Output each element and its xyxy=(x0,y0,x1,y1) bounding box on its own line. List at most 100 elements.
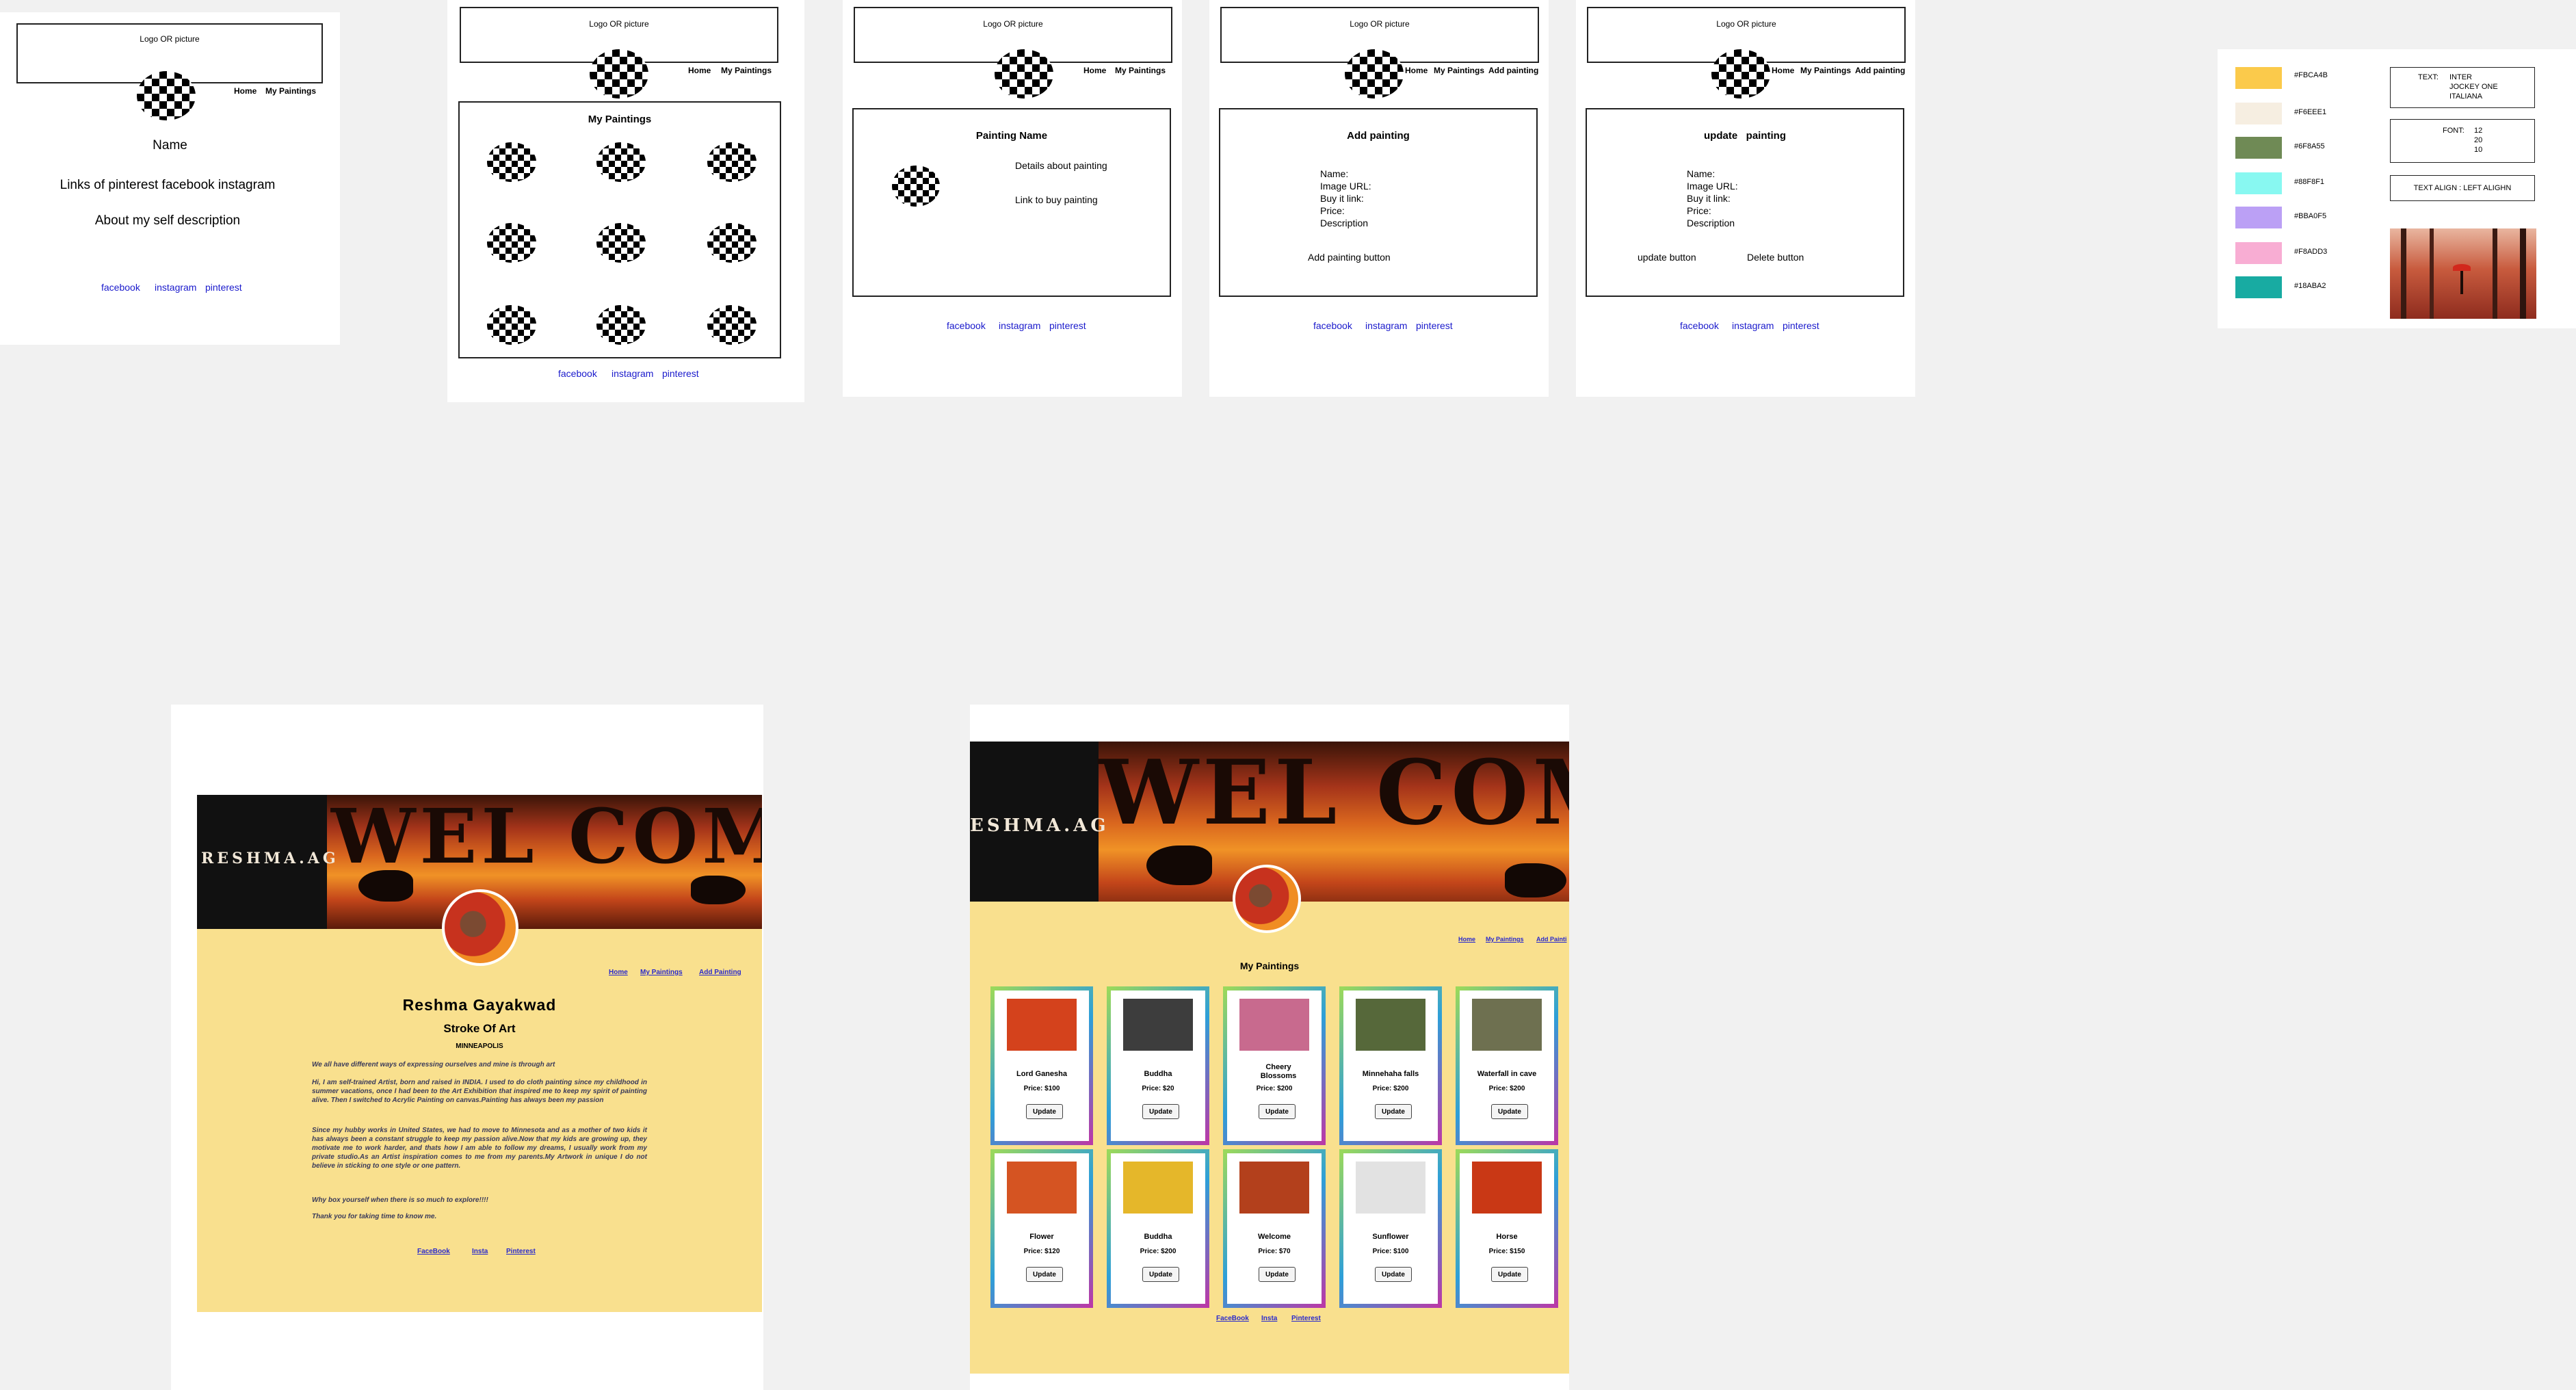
about-paragraph: Hi, I am self-trained Artist, born and r… xyxy=(312,1079,647,1104)
logo-label: Logo OR picture xyxy=(140,34,200,44)
footer-pinterest[interactable]: Pinterest xyxy=(506,1248,536,1255)
field-buy-link[interactable]: Buy it link: xyxy=(1687,193,1731,204)
nav-home[interactable]: Home xyxy=(688,66,711,75)
painting-price: Price: $200 xyxy=(1372,1085,1409,1092)
painting-card[interactable]: Sunflower Price: $100 Update xyxy=(1339,1149,1442,1308)
about-paragraph: Since my hubby works in United States, w… xyxy=(312,1127,647,1170)
footer-pinterest[interactable]: pinterest xyxy=(205,282,242,293)
painting-card[interactable]: Buddha Price: $20 Update xyxy=(1107,986,1209,1145)
footer-instagram[interactable]: instagram xyxy=(1365,320,1407,331)
painting-details: Details about painting xyxy=(1015,160,1107,171)
field-price[interactable]: Price: xyxy=(1687,205,1711,216)
footer-pinterest[interactable]: pinterest xyxy=(662,368,699,379)
field-image-url[interactable]: Image URL: xyxy=(1320,181,1371,192)
painting-card[interactable]: Lord Ganesha Price: $100 Update xyxy=(990,986,1093,1145)
nav-home[interactable]: Home xyxy=(609,969,628,976)
painting-card[interactable]: Waterfall in cave Price: $200 Update xyxy=(1456,986,1558,1145)
nav-home[interactable]: Home xyxy=(234,86,257,96)
wireframe-update-painting: Logo OR picture Home My Paintings Add pa… xyxy=(1576,0,1915,397)
nav-my-paintings[interactable]: My Paintings xyxy=(265,86,316,96)
nav-home[interactable]: Home xyxy=(1083,66,1106,75)
update-button[interactable]: Update xyxy=(1491,1104,1528,1119)
nav-my-paintings[interactable]: My Paintings xyxy=(1434,66,1484,75)
painting-card[interactable]: Horse Price: $150 Update xyxy=(1456,1149,1558,1308)
painting-name: Lord Ganesha xyxy=(1016,1070,1067,1078)
nav-my-paintings[interactable]: My Paintings xyxy=(640,969,683,976)
painting-card[interactable]: Buddha Price: $200 Update xyxy=(1107,1149,1209,1308)
nav-home[interactable]: Home xyxy=(1458,936,1475,943)
painting-detail-box: Painting Name Details about painting Lin… xyxy=(852,108,1171,297)
bird-silhouette xyxy=(1146,845,1212,885)
footer-pinterest[interactable]: Pinterest xyxy=(1291,1315,1321,1322)
painting-card[interactable]: Welcome Price: $70 Update xyxy=(1223,1149,1326,1308)
add-painting-button[interactable]: Add painting button xyxy=(1308,252,1391,263)
color-swatch xyxy=(2235,242,2282,264)
update-button[interactable]: Update xyxy=(1026,1267,1063,1282)
field-buy-link[interactable]: Buy it link: xyxy=(1320,193,1364,204)
footer-facebook[interactable]: facebook xyxy=(1313,320,1352,331)
nav-my-paintings[interactable]: My Paintings xyxy=(1800,66,1851,75)
footer-insta[interactable]: Insta xyxy=(1261,1315,1277,1322)
welcome-heading: WEL COME xyxy=(331,795,762,880)
update-button[interactable]: Update xyxy=(1375,1104,1412,1119)
profile-picture-icon xyxy=(1345,49,1404,99)
nav-add-painting[interactable]: Add painting xyxy=(1488,66,1538,75)
logo-label: Logo OR picture xyxy=(589,19,649,29)
color-label: #F6EEE1 xyxy=(2294,108,2327,116)
painting-image xyxy=(1472,999,1542,1051)
footer-instagram[interactable]: instagram xyxy=(999,320,1040,331)
footer-facebook[interactable]: facebook xyxy=(947,320,986,331)
field-name[interactable]: Name: xyxy=(1320,168,1348,179)
field-name[interactable]: Name: xyxy=(1687,168,1715,179)
footer-facebook[interactable]: facebook xyxy=(101,282,140,293)
painting-thumb-icon xyxy=(596,305,646,345)
field-description[interactable]: Description xyxy=(1320,218,1368,228)
painting-thumb-icon xyxy=(487,223,536,263)
painting-name: Welcome xyxy=(1257,1233,1291,1241)
painting-name: Sunflower xyxy=(1372,1233,1409,1241)
footer-facebook[interactable]: facebook xyxy=(558,368,597,379)
footer-instagram[interactable]: instagram xyxy=(612,368,653,379)
color-swatch xyxy=(2235,137,2282,159)
painting-card[interactable]: Minnehaha falls Price: $200 Update xyxy=(1339,986,1442,1145)
footer-insta[interactable]: Insta xyxy=(472,1248,488,1255)
footer-instagram[interactable]: instagram xyxy=(1732,320,1774,331)
reference-painting-image xyxy=(2390,228,2536,319)
nav-home[interactable]: Home xyxy=(1405,66,1428,75)
painting-card[interactable]: Cheery Blossoms Price: $200 Update xyxy=(1223,986,1326,1145)
bird-silhouette xyxy=(1505,863,1566,897)
field-image-url[interactable]: Image URL: xyxy=(1687,181,1738,192)
update-button[interactable]: Update xyxy=(1491,1267,1528,1282)
footer-facebook[interactable]: FaceBook xyxy=(1216,1315,1249,1322)
delete-button[interactable]: Delete button xyxy=(1747,252,1804,263)
footer-pinterest[interactable]: pinterest xyxy=(1049,320,1086,331)
footer-facebook[interactable]: facebook xyxy=(1680,320,1719,331)
painting-thumb-icon xyxy=(707,305,757,345)
field-description[interactable]: Description xyxy=(1687,218,1735,228)
section-title: My Paintings xyxy=(588,114,652,125)
update-button[interactable]: Update xyxy=(1375,1267,1412,1282)
update-button[interactable]: Update xyxy=(1259,1104,1296,1119)
update-button[interactable]: Update xyxy=(1142,1267,1179,1282)
update-button[interactable]: update button xyxy=(1638,252,1696,263)
painting-image xyxy=(1472,1162,1542,1214)
nav-my-paintings[interactable]: My Paintings xyxy=(721,66,772,75)
painting-card[interactable]: Flower Price: $120 Update xyxy=(990,1149,1093,1308)
update-button[interactable]: Update xyxy=(1026,1104,1063,1119)
painting-image-icon xyxy=(892,166,940,207)
nav-my-paintings[interactable]: My Paintings xyxy=(1486,936,1524,943)
footer-pinterest[interactable]: pinterest xyxy=(1783,320,1819,331)
nav-add-painting[interactable]: Add Painting xyxy=(699,969,741,976)
nav-my-paintings[interactable]: My Paintings xyxy=(1115,66,1166,75)
nav-home[interactable]: Home xyxy=(1772,66,1794,75)
artist-name: Reshma Gayakwad xyxy=(402,996,557,1014)
footer-instagram[interactable]: instagram xyxy=(155,282,196,293)
footer-pinterest[interactable]: pinterest xyxy=(1416,320,1453,331)
buy-link[interactable]: Link to buy painting xyxy=(1015,194,1098,205)
footer-facebook[interactable]: FaceBook xyxy=(417,1248,450,1255)
nav-add-painting[interactable]: Add Painti xyxy=(1536,936,1567,943)
nav-add-painting[interactable]: Add painting xyxy=(1855,66,1905,75)
update-button[interactable]: Update xyxy=(1142,1104,1179,1119)
update-button[interactable]: Update xyxy=(1259,1267,1296,1282)
field-price[interactable]: Price: xyxy=(1320,205,1345,216)
